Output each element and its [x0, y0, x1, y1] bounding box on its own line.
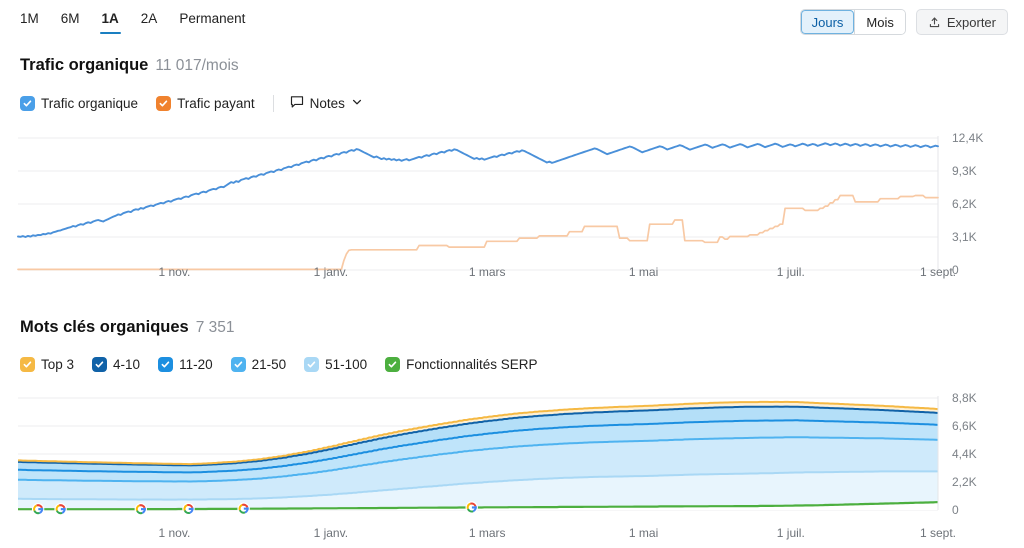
- upload-icon: [928, 16, 941, 29]
- legend-item-label: Trafic organique: [41, 96, 139, 111]
- keywords-section-title: Mots clés organiques 7 351: [20, 318, 235, 337]
- checkbox-checked-icon: [385, 357, 401, 372]
- y-axis-label: 4,4K: [952, 447, 977, 461]
- export-button-label: Exporter: [946, 14, 996, 30]
- legend-item-label: Trafic payant: [177, 96, 255, 111]
- export-button[interactable]: Exporter: [915, 9, 1008, 35]
- keywords-chart[interactable]: [0, 392, 1024, 520]
- traffic-legend: Trafic organique Trafic payant Notes: [20, 95, 363, 112]
- google-g-icon[interactable]: [182, 502, 195, 516]
- period-tab-permanent[interactable]: Permanent: [168, 11, 256, 34]
- legend-item-trafic-payant[interactable]: Trafic payant: [156, 96, 255, 111]
- legend-item-4-10[interactable]: 4-10: [92, 357, 140, 372]
- granularity-toggle[interactable]: Jours Mois: [799, 9, 906, 35]
- analytics-page: 1M 6M 1A 2A Permanent Jours Mois Exporter Tra…: [0, 0, 1024, 548]
- legend-item-top-3[interactable]: Top 3: [20, 357, 74, 372]
- traffic-chart[interactable]: [0, 130, 1024, 290]
- granularity-mois[interactable]: Mois: [855, 10, 905, 34]
- toolbar: 1M 6M 1A 2A Permanent Jours Mois Exporter: [0, 0, 1024, 44]
- chevron-down-icon: [351, 96, 363, 111]
- period-tab-1m[interactable]: 1M: [20, 11, 50, 34]
- period-tab-2a[interactable]: 2A: [130, 11, 169, 34]
- y-axis-label: 2,2K: [952, 475, 977, 489]
- y-axis-label: 3,1K: [952, 230, 977, 244]
- y-axis-label: 6,2K: [952, 197, 977, 211]
- legend-item-label: Fonctionnalités SERP: [406, 357, 538, 372]
- x-axis-label: 1 mai: [628, 526, 659, 540]
- legend-item-label: 4-10: [113, 357, 141, 372]
- legend-item-21-50[interactable]: 21-50: [230, 357, 287, 372]
- google-g-icon[interactable]: [54, 503, 67, 516]
- note-bubble-icon: [290, 95, 304, 112]
- x-axis-label: 1 juil.: [776, 526, 805, 540]
- traffic-value: 11 017/mois: [155, 57, 239, 74]
- notes-label: Notes: [309, 96, 345, 111]
- checkbox-checked-icon: [20, 357, 35, 372]
- y-axis-label: 12,4K: [952, 131, 984, 145]
- x-axis-label: 1 nov.: [158, 265, 191, 279]
- notes-dropdown[interactable]: Notes: [290, 95, 363, 112]
- legend-item-label: 11-20: [179, 357, 213, 372]
- granularity-jours[interactable]: Jours: [800, 10, 855, 34]
- google-g-icon[interactable]: [134, 503, 147, 516]
- checkbox-checked-icon: [304, 357, 320, 372]
- legend-item-label: 21-50: [251, 357, 287, 372]
- legend-item-51-100[interactable]: 51-100: [304, 357, 367, 372]
- legend-item-fonctionnalit-s-serp[interactable]: Fonctionnalités SERP: [385, 357, 538, 372]
- checkbox-checked-icon: [20, 96, 35, 111]
- x-axis-label: 1 janv.: [313, 526, 349, 540]
- google-g-icon[interactable]: [465, 501, 478, 514]
- y-axis-label: 8,8K: [952, 391, 977, 405]
- period-tab-6m[interactable]: 6M: [50, 11, 91, 34]
- x-axis-label: 1 nov.: [158, 526, 191, 540]
- toolbar-right-controls: Jours Mois Exporter: [799, 9, 1008, 35]
- period-tabs: 1M 6M 1A 2A Permanent: [20, 11, 256, 34]
- checkbox-checked-icon: [92, 357, 108, 372]
- x-axis-label: 1 janv.: [313, 265, 349, 279]
- google-g-icon[interactable]: [31, 503, 45, 516]
- y-axis-label: 0: [952, 503, 959, 517]
- x-axis-label: 1 mai: [628, 265, 659, 279]
- legend-item-label: Top 3: [41, 357, 75, 372]
- x-axis-label: 1 mars: [468, 265, 506, 279]
- keywords-title-text: Mots clés organiques: [20, 318, 189, 336]
- period-tab-1a[interactable]: 1A: [91, 11, 130, 34]
- traffic-chart-svg: [17, 136, 939, 271]
- google-g-icon[interactable]: [237, 502, 250, 515]
- checkbox-checked-icon: [158, 357, 174, 372]
- x-axis-label: 1 mars: [468, 526, 506, 540]
- legend-item-label: 51-100: [325, 357, 368, 372]
- x-axis-label: 1 sept.: [919, 265, 957, 279]
- keywords-chart-svg: [18, 396, 939, 516]
- checkbox-checked-icon: [230, 357, 246, 372]
- legend-item-11-20[interactable]: 11-20: [158, 357, 213, 372]
- x-axis-label: 1 juil.: [776, 265, 805, 279]
- keywords-legend: Top 3 4-10 11-20 21-50 51-100 Fonctionnalités…: [20, 357, 556, 372]
- legend-divider: [272, 95, 274, 112]
- legend-item-trafic-organique[interactable]: Trafic organique: [20, 96, 138, 111]
- traffic-section-title: Trafic organique 11 017/mois: [20, 56, 239, 75]
- keywords-value: 7 351: [195, 319, 235, 336]
- traffic-title-text: Trafic organique: [20, 56, 149, 74]
- y-axis-label: 9,3K: [952, 164, 977, 178]
- checkbox-checked-icon: [156, 96, 172, 111]
- x-axis-label: 1 sept.: [919, 526, 957, 540]
- y-axis-label: 6,6K: [952, 419, 977, 433]
